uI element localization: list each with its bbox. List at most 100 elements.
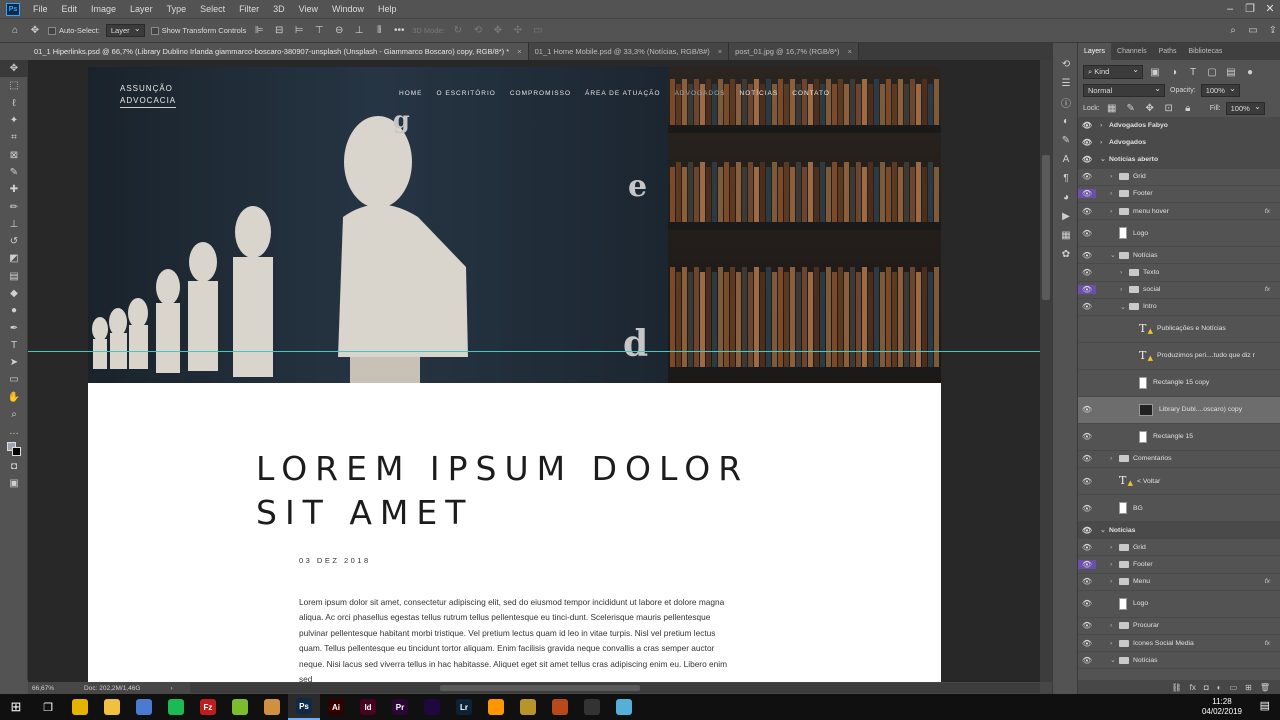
tab-channels[interactable]: Channels (1111, 43, 1153, 60)
properties-icon[interactable]: ☰ (1053, 74, 1079, 93)
taskbar-after-effects[interactable] (416, 694, 448, 720)
history-brush-icon[interactable]: ↺ (0, 233, 28, 250)
layer-select-dropdown[interactable]: Layer (105, 24, 145, 37)
visibility-eye-icon[interactable]: 👁︎ (1078, 621, 1096, 630)
close-tab-icon[interactable]: × (718, 43, 722, 60)
tab-home-mobile[interactable]: 01_1 Home Mobile.psd @ 33,3% (Notícias, … (528, 43, 730, 60)
task-view-icon[interactable]: ❐ (32, 694, 64, 720)
layer-row[interactable]: 👁︎ › Grid (1078, 169, 1280, 186)
taskbar-illustrator[interactable]: Ai (320, 694, 352, 720)
character-icon[interactable]: A (1053, 150, 1079, 169)
visibility-eye-icon[interactable]: 👁︎ (1078, 251, 1096, 260)
tab-hiperlinks[interactable]: 01_1 Hiperlinks.psd @ 66,7% (Library Dub… (28, 43, 529, 60)
layer-row[interactable]: 👁︎ › menu hover fx (1078, 203, 1280, 221)
layer-row[interactable]: 👁︎ T ▲ < Voltar (1078, 468, 1280, 496)
zoom-tool-icon[interactable]: ⌕ (0, 406, 28, 423)
menu-image[interactable]: Image (84, 0, 123, 18)
expand-arrow-icon[interactable]: › (1110, 173, 1119, 180)
visibility-eye-icon[interactable]: 👁︎ (1078, 155, 1096, 164)
tab-libraries[interactable]: Bibliotecas (1183, 43, 1229, 60)
layer-row[interactable]: 👁︎ › Footer (1078, 186, 1280, 203)
visibility-eye-icon[interactable]: 👁︎ (1078, 577, 1096, 586)
layer-row[interactable]: 👁︎ › social fx (1078, 282, 1280, 299)
distribute-icon[interactable]: ⫴ (372, 24, 386, 38)
expand-arrow-icon[interactable]: › (1110, 622, 1119, 629)
expand-arrow-icon[interactable]: › (1100, 139, 1109, 146)
align-middle-icon[interactable]: ⊖ (332, 24, 346, 38)
menu-layer[interactable]: Layer (123, 0, 160, 18)
scroll-thumb[interactable] (440, 685, 640, 691)
layer-row[interactable]: 👁︎ › Footer (1078, 556, 1280, 574)
expand-arrow-icon[interactable]: › (1110, 208, 1119, 215)
site-nav-item[interactable]: ÁREA DE ATUAÇÃO (585, 90, 661, 97)
taskbar-sublime[interactable] (480, 694, 512, 720)
site-nav-item[interactable]: ADVOGADOS (675, 90, 726, 97)
filter-smart-icon[interactable]: ▤ (1224, 65, 1238, 79)
layer-effects-icon[interactable]: fx (1265, 208, 1270, 215)
expand-arrow-icon[interactable]: ⌄ (1100, 155, 1109, 163)
styles-icon[interactable]: ✿ (1053, 245, 1079, 264)
taskbar-app-game[interactable] (256, 694, 288, 720)
layer-row[interactable]: 👁︎ › Procurar (1078, 618, 1280, 635)
auto-select-checkbox[interactable] (48, 26, 56, 35)
expand-arrow-icon[interactable]: › (1110, 561, 1119, 568)
layer-row[interactable]: 👁︎ › Grid (1078, 539, 1280, 557)
layer-row[interactable]: 👁︎ › Advogados Fabyo (1078, 117, 1280, 135)
taskbar-app-green[interactable] (224, 694, 256, 720)
system-clock[interactable]: 11:28 04/02/2019 (1202, 697, 1242, 717)
align-top-icon[interactable]: ⊤ (312, 24, 326, 38)
paragraph-icon[interactable]: ¶ (1053, 169, 1079, 188)
layer-row[interactable]: 👁︎ › Menu fx (1078, 574, 1280, 591)
taskbar-chrome[interactable] (64, 694, 96, 720)
tab-post[interactable]: post_01.jpg @ 16,7% (RGB/8*) × (729, 43, 859, 60)
filter-shape-icon[interactable]: ▢ (1205, 65, 1219, 79)
canvas-area[interactable]: ASSUNÇÃO ADVOCACIA HOME O ESCRITÓRIO COMPR… (28, 60, 1040, 682)
site-nav-item[interactable]: CONTATO (792, 90, 830, 97)
screen-mode-icon[interactable]: ▣ (0, 475, 28, 492)
frame-tool-icon[interactable]: ⊠ (0, 146, 28, 163)
crop-tool-icon[interactable]: ⌗ (0, 129, 28, 146)
horizontal-scrollbar[interactable] (190, 683, 1040, 693)
visibility-eye-icon[interactable]: 👁︎ (1078, 302, 1096, 311)
layer-row[interactable]: T ▲ Produzimos peri....tudo que diz r (1078, 343, 1280, 370)
adjustment-layer-icon[interactable]: ◐ (1217, 683, 1222, 692)
brush-settings-icon[interactable]: ✎ (1053, 131, 1079, 150)
actions-icon[interactable]: ▶ (1053, 207, 1079, 226)
windows-start-icon[interactable]: ⊞ (0, 694, 32, 720)
shape-tool-icon[interactable]: ▭ (0, 371, 28, 388)
lock-transparent-icon[interactable]: ▦ (1105, 101, 1119, 115)
layer-effects-icon[interactable]: fx (1265, 286, 1270, 293)
expand-arrow-icon[interactable]: › (1110, 544, 1119, 551)
layer-row[interactable]: 👁︎ ⌄ Notícias aberto (1078, 151, 1280, 169)
layer-row[interactable]: 👁︎ Rectangle 15 (1078, 424, 1280, 451)
layer-row[interactable]: 👁︎ Logo (1078, 220, 1280, 248)
search-icon[interactable]: ⌕ (1226, 24, 1240, 38)
layer-row[interactable]: 👁︎ BG (1078, 495, 1280, 523)
add-mask-icon[interactable]: ◘ (1204, 683, 1209, 692)
restore-icon[interactable]: ❐ (1240, 0, 1260, 18)
color-swatches-icon[interactable] (0, 441, 28, 458)
expand-arrow-icon[interactable]: › (1120, 269, 1129, 276)
menu-type[interactable]: Type (160, 0, 194, 18)
healing-brush-icon[interactable]: ✚ (0, 181, 28, 198)
more-options-icon[interactable]: ••• (392, 24, 406, 38)
menu-view[interactable]: View (292, 0, 325, 18)
visibility-eye-icon[interactable]: 👁︎ (1078, 432, 1096, 441)
info-icon[interactable]: ⓘ (1053, 93, 1079, 112)
status-arrow-icon[interactable]: › (170, 685, 172, 692)
taskbar-photoshop[interactable]: Ps (288, 694, 320, 720)
orbit-icon[interactable]: ↻ (451, 24, 465, 38)
taskbar-premiere[interactable]: Pr (384, 694, 416, 720)
visibility-eye-icon[interactable]: 👁︎ (1078, 207, 1096, 216)
home-icon[interactable]: ⌂ (8, 24, 22, 38)
visibility-eye-icon[interactable]: 👁︎ (1078, 656, 1096, 665)
expand-arrow-icon[interactable]: ⌄ (1110, 656, 1119, 664)
visibility-eye-icon[interactable]: 👁︎ (1078, 454, 1096, 463)
site-nav-item[interactable]: NOTÍCIAS (740, 90, 779, 97)
visibility-eye-icon[interactable]: 👁︎ (1078, 504, 1096, 513)
layer-row[interactable]: 👁︎ ⌄ Intro (1078, 299, 1280, 316)
layer-row[interactable]: T ▲ Publicações e Notícias (1078, 316, 1280, 343)
tab-layers[interactable]: Layers (1078, 43, 1112, 60)
menu-3d[interactable]: 3D (266, 0, 292, 18)
taskbar-app-ring[interactable] (512, 694, 544, 720)
